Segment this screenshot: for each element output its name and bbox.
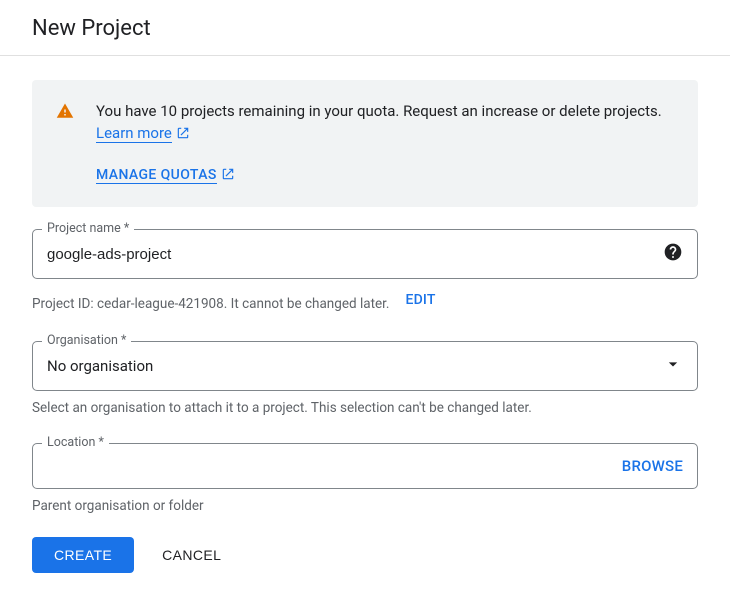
quota-message: You have 10 projects remaining in your q…: [96, 100, 674, 146]
browse-button[interactable]: BROWSE: [622, 457, 683, 475]
form-content: You have 10 projects remaining in your q…: [0, 56, 730, 593]
chevron-down-icon: [663, 354, 683, 378]
location-field[interactable]: BROWSE: [32, 443, 698, 489]
project-name-field[interactable]: [32, 229, 698, 279]
organisation-helper: Select an organisation to attach it to a…: [32, 399, 698, 417]
manage-quotas-row: MANAGE QUOTAS: [96, 164, 674, 185]
action-bar: CREATE CANCEL: [32, 537, 698, 573]
page-header: New Project: [0, 0, 730, 56]
external-link-icon: [176, 124, 190, 146]
manage-quotas-link[interactable]: MANAGE QUOTAS: [96, 167, 217, 184]
location-field-group: Location * BROWSE Parent organisation or…: [32, 443, 698, 515]
location-helper: Parent organisation or folder: [32, 497, 698, 515]
project-name-input[interactable]: [47, 246, 663, 263]
cancel-button[interactable]: CANCEL: [162, 547, 221, 563]
quota-body: You have 10 projects remaining in your q…: [96, 100, 674, 185]
project-id-helper: Project ID: cedar-league-421908. It cann…: [32, 287, 698, 313]
organisation-label: Organisation *: [42, 333, 131, 348]
external-link-icon: [221, 166, 235, 185]
quota-message-text: You have 10 projects remaining in your q…: [96, 102, 662, 120]
help-icon[interactable]: [663, 242, 683, 266]
organisation-value: No organisation: [47, 357, 153, 375]
organisation-select[interactable]: No organisation: [32, 341, 698, 391]
project-name-field-group: Project name * Project ID: cedar-league-…: [32, 229, 698, 313]
warning-icon: [56, 100, 74, 185]
page-title: New Project: [32, 16, 698, 41]
learn-more-link[interactable]: Learn more: [96, 124, 172, 143]
location-label: Location *: [42, 435, 109, 450]
project-name-label: Project name *: [42, 221, 134, 236]
location-input[interactable]: [47, 458, 622, 475]
project-id-text: Project ID: cedar-league-421908. It cann…: [32, 295, 389, 313]
edit-project-id-link[interactable]: EDIT: [405, 292, 435, 308]
create-button[interactable]: CREATE: [32, 537, 134, 573]
organisation-field-group: Organisation * No organisation Select an…: [32, 341, 698, 417]
quota-banner: You have 10 projects remaining in your q…: [32, 80, 698, 207]
